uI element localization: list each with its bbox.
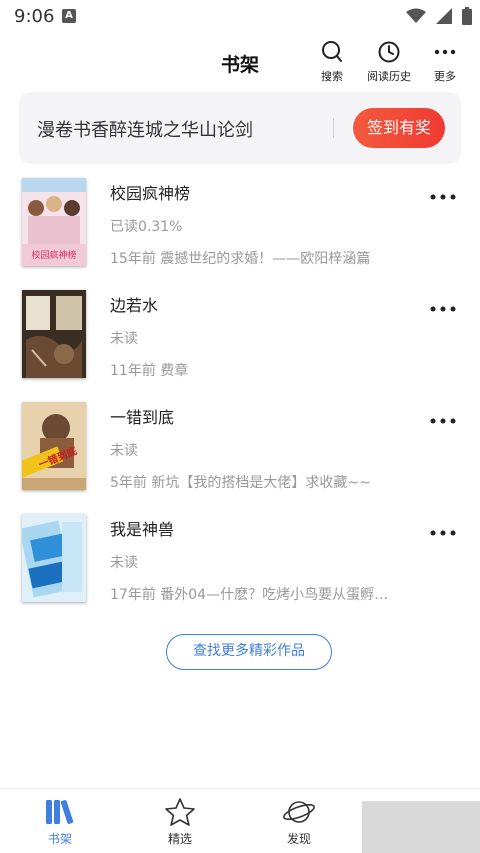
banner-divider	[333, 118, 334, 138]
book-cover-art	[22, 514, 86, 602]
book-more-icon[interactable]	[428, 528, 458, 538]
status-icons	[406, 6, 472, 26]
find-more-books-button[interactable]: 查找更多精彩作品	[166, 634, 332, 670]
signal-icon	[436, 8, 452, 24]
nav-item-discover[interactable]: 发现	[259, 797, 339, 847]
book-latest-chapter: 11年前 费章	[110, 363, 189, 379]
wifi-icon	[406, 8, 426, 23]
book-latest-chapter: 15年前 震撼世纪的求婚！——欧阳梓涵篇	[110, 251, 371, 267]
book-cover[interactable]: 一错到底	[22, 402, 86, 490]
book-title: 边若水	[110, 296, 159, 315]
battery-icon	[462, 7, 472, 25]
book-item[interactable]: 一错到底 一错到底 未读 5年前 新坑【我的搭档是大佬】求收藏~~	[0, 396, 480, 508]
header-more-button[interactable]: 更多	[417, 40, 473, 84]
search-button[interactable]: 搜索	[304, 40, 360, 84]
book-cover-art: 校园疯神榜	[22, 178, 86, 266]
book-cover[interactable]	[22, 514, 86, 602]
book-progress: 已读0.31%	[110, 219, 183, 235]
corner-overlay	[362, 801, 480, 853]
book-progress: 未读	[110, 331, 138, 347]
book-title: 一错到底	[110, 408, 175, 427]
status-bar: 9:06 A	[0, 0, 480, 32]
cover-title: 校园疯神榜	[31, 249, 76, 261]
clock-icon	[378, 41, 400, 63]
promo-banner[interactable]: 漫卷书香醉连城之华山论剑 签到有奖	[19, 92, 461, 164]
book-item[interactable]: 我是神兽 未读 17年前 番外04—什麽？吃烤小鸟要从蛋孵…	[0, 508, 480, 620]
star-icon	[165, 798, 195, 826]
book-latest-chapter: 5年前 新坑【我的搭档是大佬】求收藏~~	[110, 475, 371, 491]
book-item[interactable]: 校园疯神榜 校园疯神榜 已读0.31% 15年前 震撼世纪的求婚！——欧阳梓涵篇	[0, 172, 480, 284]
book-item[interactable]: 边若水 未读 11年前 费章	[0, 284, 480, 396]
book-cover[interactable]	[22, 290, 86, 378]
nav-label-bookshelf: 书架	[47, 832, 72, 846]
search-icon	[322, 41, 342, 62]
book-cover[interactable]: 校园疯神榜	[22, 178, 86, 266]
header-more-label: 更多	[434, 70, 456, 83]
book-progress: 未读	[110, 555, 138, 571]
book-title: 我是神兽	[110, 520, 175, 539]
book-cover-art	[22, 290, 86, 378]
book-more-icon[interactable]	[428, 304, 458, 314]
signin-reward-button[interactable]: 签到有奖	[353, 108, 445, 148]
reading-history-label: 阅读历史	[367, 70, 411, 83]
more-dots-icon	[434, 49, 456, 55]
reading-history-button[interactable]: 阅读历史	[361, 40, 417, 84]
bottom-nav: 书架 精选 发现	[0, 788, 480, 853]
book-latest-chapter: 17年前 番外04—什麽？吃烤小鸟要从蛋孵…	[110, 587, 389, 603]
bookshelf-icon	[46, 800, 74, 824]
nav-item-picks[interactable]: 精选	[140, 797, 220, 847]
book-title: 校园疯神榜	[110, 184, 191, 203]
app-header: 书架 搜索 阅读历史 更多	[0, 32, 480, 88]
book-progress: 未读	[110, 443, 138, 459]
book-cover-art: 一错到底	[22, 402, 86, 490]
status-time: 9:06	[14, 6, 55, 27]
book-more-icon[interactable]	[428, 416, 458, 426]
promo-text[interactable]: 漫卷书香醉连城之华山论剑	[37, 116, 253, 142]
book-more-icon[interactable]	[428, 192, 458, 202]
nav-item-bookshelf[interactable]: 书架	[20, 797, 100, 847]
nav-label-discover: 发现	[286, 832, 311, 846]
planet-icon	[283, 801, 315, 823]
nav-label-picks: 精选	[167, 832, 192, 846]
search-label: 搜索	[321, 70, 343, 83]
notification-badge: A	[62, 9, 76, 23]
